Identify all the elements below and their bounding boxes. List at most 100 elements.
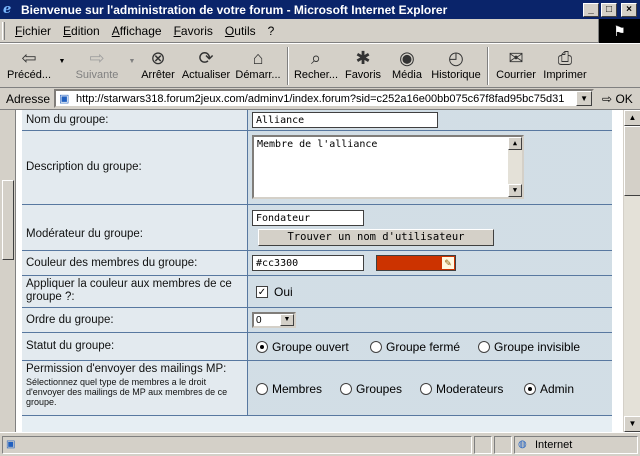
- print-button[interactable]: ⎙ Imprimer: [540, 44, 590, 88]
- menu-fichier[interactable]: Fichier: [9, 24, 57, 38]
- go-label: OK: [615, 91, 633, 106]
- moderator-label: Modérateur du groupe:: [22, 205, 248, 250]
- media-button[interactable]: ◉ Média: [386, 44, 428, 88]
- page-scrollbar[interactable]: ▲ ▼: [623, 110, 640, 432]
- description-scrollbar[interactable]: ▲ ▼: [508, 137, 522, 197]
- status-blank-cell: [474, 435, 492, 454]
- address-dropdown-icon[interactable]: ▼: [576, 91, 593, 106]
- scroll-up-icon[interactable]: ▲: [624, 110, 640, 126]
- moderator-input[interactable]: Fondateur: [252, 210, 364, 226]
- status-cell: Groupe ouvert Groupe fermé Groupe invisi…: [248, 333, 612, 360]
- status-radio-invisible[interactable]: [478, 341, 490, 353]
- find-user-button[interactable]: Trouver un nom d'utilisateur: [258, 229, 494, 246]
- group-name-input[interactable]: Alliance: [252, 112, 438, 128]
- color-input[interactable]: #cc3300: [252, 255, 364, 271]
- favorites-button[interactable]: ✱ Favoris: [340, 44, 386, 88]
- status-radio-closed[interactable]: [370, 341, 382, 353]
- scroll-up-icon[interactable]: ▲: [508, 137, 522, 150]
- refresh-label: Actualiser: [181, 69, 231, 81]
- windows-logo-icon: ⚑: [598, 19, 640, 43]
- row-color: Couleur des membres du groupe: #cc3300 ✎: [22, 251, 612, 276]
- order-select[interactable]: 0 ▼: [252, 312, 296, 328]
- back-dropdown-icon[interactable]: ▼: [58, 44, 66, 88]
- order-label: Ordre du groupe:: [22, 308, 248, 332]
- toolbar: ⇦ Précéd... ▼ ⇨ Suivante ▼ ⊗ Arrêter ⟳ A…: [0, 43, 640, 88]
- left-frame-scrollbar[interactable]: [0, 110, 16, 432]
- status-option-closed: Groupe fermé: [386, 340, 461, 354]
- scroll-down-icon[interactable]: ▼: [624, 416, 640, 432]
- minimize-button[interactable]: _: [583, 2, 599, 17]
- color-picker-icon[interactable]: ✎: [442, 257, 454, 269]
- search-button[interactable]: ⌕ Recher...: [292, 44, 340, 88]
- address-input[interactable]: ▣ http://starwars318.forum2jeux.com/admi…: [54, 89, 595, 108]
- scroll-down-icon[interactable]: ▼: [508, 184, 522, 197]
- stop-button[interactable]: ⊗ Arrêter: [136, 44, 180, 88]
- order-dropdown-icon[interactable]: ▼: [280, 314, 294, 326]
- apply-color-cell: ✓ Oui: [248, 276, 612, 307]
- refresh-button[interactable]: ⟳ Actualiser: [180, 44, 232, 88]
- ie-logo-icon: e: [3, 1, 12, 17]
- stop-label: Arrêter: [141, 69, 175, 81]
- print-label: Imprimer: [543, 69, 587, 81]
- back-arrow-icon: ⇦: [21, 48, 37, 68]
- apply-color-label: Appliquer la couleur aux membres de ce g…: [22, 276, 248, 307]
- row-group-name: Nom du groupe: Alliance: [22, 110, 612, 131]
- history-button[interactable]: ◴ Historique: [428, 44, 484, 88]
- row-order: Ordre du groupe: 0 ▼: [22, 308, 612, 333]
- permissions-label: Permission d'envoyer des mailings MP:: [26, 363, 227, 375]
- forward-button[interactable]: ⇨ Suivante: [66, 44, 128, 88]
- apply-color-option-label: Oui: [274, 285, 293, 299]
- apply-color-checkbox[interactable]: ✓: [256, 286, 268, 298]
- moderator-cell: Fondateur Trouver un nom d'utilisateur: [248, 205, 612, 250]
- print-icon: ⎙: [557, 48, 573, 68]
- go-button[interactable]: ⇨ OK: [602, 92, 633, 106]
- menu-bar: Fichier Edition Affichage Favoris Outils…: [0, 19, 640, 43]
- back-label: Précéd...: [6, 69, 52, 81]
- toolbar-separator: [287, 47, 289, 85]
- perm-radio-moderators[interactable]: [420, 383, 432, 395]
- group-name-cell: Alliance: [248, 110, 612, 130]
- zone-label: Internet: [535, 438, 573, 451]
- maximize-button[interactable]: □: [601, 2, 617, 17]
- zone-cell: ◍ Internet: [514, 435, 638, 454]
- back-button[interactable]: ⇦ Précéd...: [0, 44, 58, 88]
- perm-radio-members[interactable]: [256, 383, 268, 395]
- forward-arrow-icon: ⇨: [89, 48, 105, 68]
- description-textarea[interactable]: Membre de l'alliance ▲ ▼: [252, 135, 524, 199]
- page-content: Nom du groupe: Alliance Description du g…: [0, 110, 640, 432]
- address-url[interactable]: http://starwars318.forum2jeux.com/adminv…: [76, 93, 576, 105]
- home-button[interactable]: ⌂ Démarr...: [232, 44, 284, 88]
- left-scrollbar-thumb[interactable]: [2, 180, 14, 260]
- perm-radio-admin[interactable]: [524, 383, 536, 395]
- menu-affichage[interactable]: Affichage: [106, 24, 168, 38]
- search-label: Recher...: [293, 69, 339, 81]
- history-icon: ◴: [448, 48, 464, 68]
- status-option-invisible: Groupe invisible: [494, 340, 581, 354]
- group-name-label: Nom du groupe:: [22, 110, 248, 130]
- row-permissions: Permission d'envoyer des mailings MP: Sé…: [22, 361, 612, 416]
- status-blank-cell: [494, 435, 512, 454]
- menu-edition[interactable]: Edition: [57, 24, 106, 38]
- mail-button[interactable]: ✉ Courrier: [492, 44, 540, 88]
- title-bar: e Bienvenue sur l'administration de votr…: [0, 0, 640, 19]
- mail-icon: ✉: [508, 48, 524, 68]
- order-value: 0: [256, 314, 262, 326]
- menu-favoris[interactable]: Favoris: [168, 24, 219, 38]
- status-radio-open[interactable]: [256, 341, 268, 353]
- status-text-cell: ▣: [2, 435, 472, 454]
- menu-outils[interactable]: Outils: [219, 24, 262, 38]
- perm-option-groups: Groupes: [356, 382, 403, 396]
- refresh-icon: ⟳: [198, 48, 214, 68]
- row-apply-color: Appliquer la couleur aux membres de ce g…: [22, 276, 612, 308]
- color-swatch[interactable]: ✎: [376, 255, 456, 271]
- history-label: Historique: [431, 69, 481, 81]
- status-bar: ▣ ◍ Internet: [0, 432, 640, 456]
- forward-dropdown-icon[interactable]: ▼: [128, 44, 136, 88]
- media-icon: ◉: [399, 48, 415, 68]
- perm-radio-groups[interactable]: [340, 383, 352, 395]
- page-scrollbar-thumb[interactable]: [624, 126, 640, 196]
- description-label: Description du groupe:: [22, 131, 248, 204]
- close-button[interactable]: ×: [621, 2, 637, 17]
- menu-help[interactable]: ?: [262, 24, 281, 38]
- perm-option-admin: Admin: [540, 382, 575, 396]
